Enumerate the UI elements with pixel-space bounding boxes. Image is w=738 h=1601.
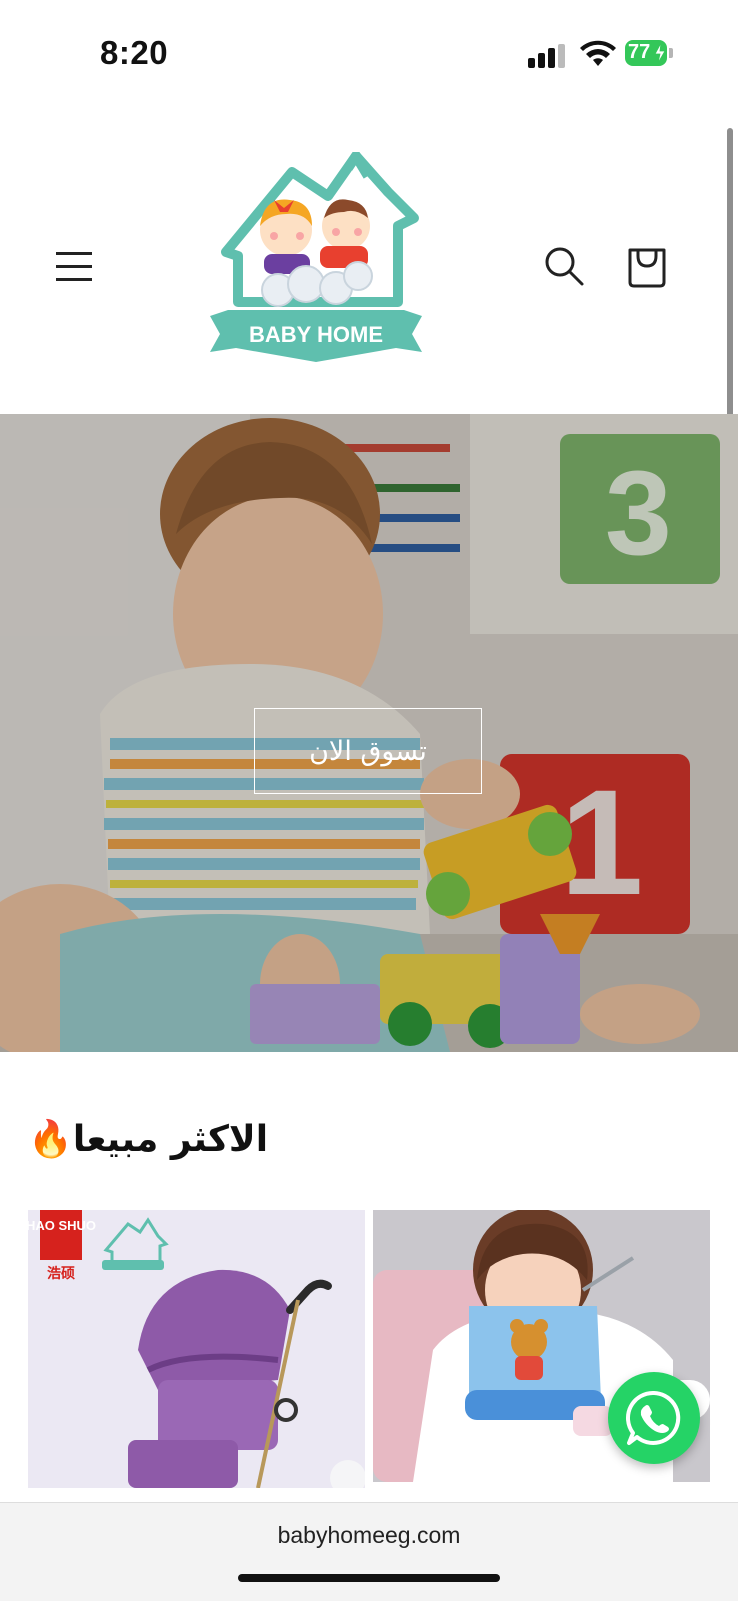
cart-button[interactable] — [626, 244, 668, 290]
product-card-stroller[interactable]: HAO SHUO 浩硕 — [28, 1210, 365, 1488]
home-indicator[interactable] — [238, 1574, 500, 1582]
fire-icon: 🔥 — [28, 1119, 73, 1160]
stroller-image: HAO SHUO 浩硕 — [28, 1210, 365, 1488]
browser-address-bar — [0, 1502, 738, 1601]
status-time: 8:20 — [100, 34, 169, 71]
url-text[interactable]: babyhomeeg.com — [0, 1522, 738, 1549]
whatsapp-icon — [625, 1390, 681, 1445]
search-icon — [545, 247, 584, 286]
logo-text: BABY HOME — [249, 322, 383, 347]
brand-cn-text: 浩硕 — [47, 1265, 75, 1282]
baby-home-logo: BABY HOME — [210, 146, 422, 362]
brand-text: HAO SHUO — [28, 1218, 96, 1233]
shopping-bag-icon — [628, 248, 666, 288]
wifi-icon — [580, 40, 616, 66]
battery-level: 77 — [628, 41, 651, 63]
site-logo[interactable]: BABY HOME — [208, 146, 424, 370]
shop-now-button[interactable]: تسوق الان — [254, 708, 482, 794]
cellular-signal-icon — [528, 44, 565, 68]
menu-button[interactable] — [52, 246, 98, 286]
best-sellers-title-text: الاكثر مبيعا — [72, 1119, 269, 1160]
best-sellers-title: الاكثر مبيعا🔥 — [28, 1118, 268, 1160]
battery-icon: 77 — [625, 40, 673, 68]
search-button[interactable] — [544, 246, 586, 288]
hamburger-menu-icon — [56, 252, 92, 255]
whatsapp-button[interactable] — [608, 1372, 700, 1464]
